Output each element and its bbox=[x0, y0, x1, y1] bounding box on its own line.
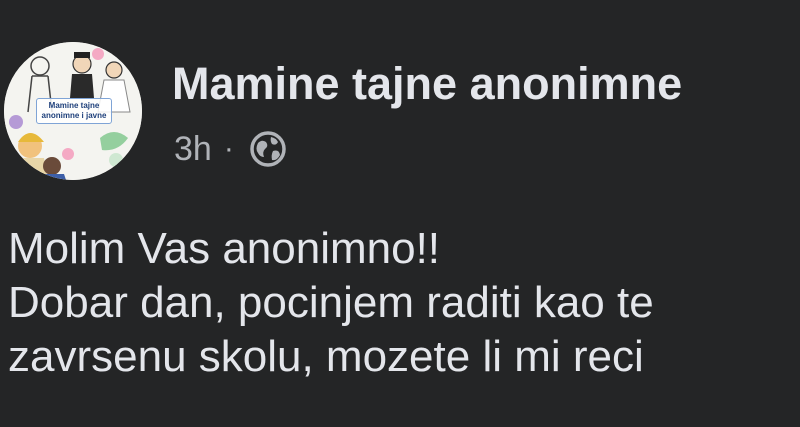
post-timestamp[interactable]: 3h bbox=[174, 130, 212, 169]
facebook-post: Mamine tajne anonimne i javne Mamine taj… bbox=[0, 0, 800, 427]
group-name-link[interactable]: Mamine tajne anonimne bbox=[172, 54, 682, 114]
group-avatar[interactable]: Mamine tajne anonimne i javne bbox=[4, 42, 142, 180]
avatar-caption: Mamine tajne anonimne i javne bbox=[36, 98, 112, 124]
post-body-line: zavrsenu skolu, mozete li mi reci bbox=[8, 332, 644, 381]
post-body-line: Molim Vas anonimno!! bbox=[8, 224, 441, 273]
post-body: Molim Vas anonimno!! Dobar dan, pocinjem… bbox=[8, 222, 800, 384]
globe-icon[interactable] bbox=[246, 127, 290, 171]
post-body-line: Dobar dan, pocinjem raditi kao te bbox=[8, 278, 654, 327]
meta-separator: · bbox=[223, 132, 234, 165]
post-meta: 3h · bbox=[174, 126, 290, 172]
